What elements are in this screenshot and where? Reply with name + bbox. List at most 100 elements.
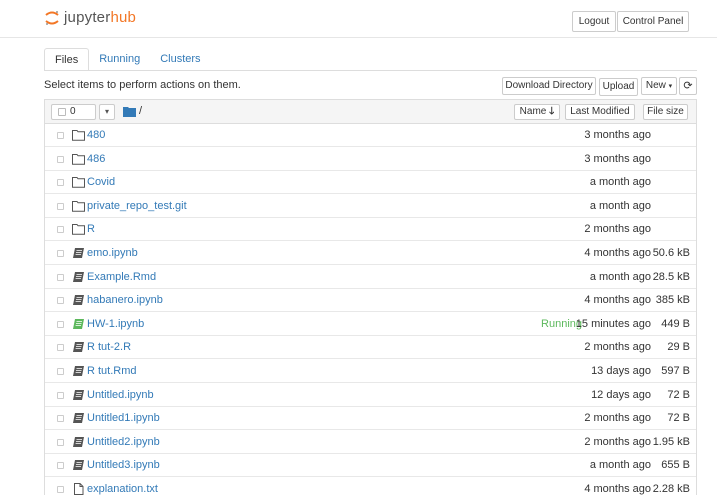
notebook-icon (72, 365, 85, 377)
file-name-link[interactable]: R tut-2.R (87, 341, 131, 353)
last-modified: 2 months ago (584, 435, 651, 448)
file-row[interactable]: R 2 months ago (45, 218, 696, 242)
new-label: New (645, 80, 666, 91)
last-modified: 4 months ago (584, 247, 651, 259)
select-all-control[interactable]: 0 (51, 104, 96, 120)
file-name-link[interactable]: Untitled3.ipynb (87, 459, 160, 471)
folder-icon (72, 200, 85, 212)
file-list: 0 ▾ / Name 🡓 Last Modified File size 480… (44, 99, 697, 495)
file-size: 385 kB (655, 294, 690, 307)
tab-running[interactable]: Running (89, 48, 150, 71)
file-row[interactable]: private_repo_test.git a month ago (45, 195, 696, 218)
upload-button[interactable]: Upload (599, 78, 638, 96)
jupyterhub-logo[interactable]: jupyterhub (44, 9, 136, 26)
file-size: 72 B (667, 412, 690, 425)
file-row[interactable]: Untitled3.ipynb a month ago 655 B (45, 454, 696, 478)
tabs-divider (44, 70, 697, 71)
row-checkbox[interactable] (57, 202, 64, 210)
file-row[interactable]: habanero.ipynb 4 months ago 385 kB (45, 289, 696, 313)
tab-files[interactable]: Files (44, 48, 90, 71)
row-checkbox[interactable] (57, 368, 64, 375)
row-checkbox[interactable] (57, 273, 64, 281)
row-checkbox[interactable] (57, 226, 64, 234)
last-modified: 3 months ago (584, 152, 651, 165)
file-name-link[interactable]: habanero.ipynb (87, 294, 163, 306)
file-name-link[interactable]: explanation.txt (87, 483, 158, 495)
file-row[interactable]: emo.ipynb 4 months ago 50.6 kB (45, 242, 696, 265)
file-name-link[interactable]: R (87, 223, 95, 235)
last-modified: a month ago (589, 199, 651, 212)
file-row[interactable]: 486 3 months ago (45, 148, 696, 171)
last-modified: 4 months ago (584, 294, 651, 307)
file-name-link[interactable]: Covid (87, 176, 115, 188)
file-name-link[interactable]: 486 (87, 153, 105, 165)
last-modified: 2 months ago (584, 223, 651, 236)
notebook-icon (72, 389, 85, 401)
notebook-icon (72, 247, 85, 259)
notebook-icon (72, 294, 85, 306)
selected-count: 0 (70, 106, 76, 117)
logout-button[interactable]: Logout (572, 11, 616, 32)
folder-icon[interactable] (123, 106, 136, 117)
row-checkbox[interactable] (57, 438, 64, 446)
select-menu-caret[interactable]: ▾ (99, 104, 115, 120)
row-checkbox[interactable] (57, 320, 64, 328)
file-size: 1.95 kB (652, 435, 690, 448)
sort-by-name-button[interactable]: Name 🡓 (514, 104, 560, 120)
file-name-link[interactable]: 480 (87, 129, 105, 141)
file-row[interactable]: Covid a month ago (45, 171, 696, 195)
file-row[interactable]: 480 3 months ago (45, 124, 696, 147)
caret-down-icon: ▾ (668, 83, 673, 90)
breadcrumb-path[interactable]: / (139, 105, 142, 117)
file-name-link[interactable]: Untitled1.ipynb (87, 412, 160, 424)
row-checkbox[interactable] (57, 486, 64, 493)
file-name-link[interactable]: Untitled2.ipynb (87, 436, 160, 448)
file-size: 2.28 kB (652, 483, 690, 495)
file-name-link[interactable]: emo.ipynb (87, 247, 138, 259)
download-directory-button[interactable]: Download Directory (502, 77, 596, 95)
last-modified: a month ago (589, 176, 651, 189)
folder-icon (72, 153, 85, 165)
file-row[interactable]: HW-1.ipynb Running 15 minutes ago 449 B (45, 313, 696, 336)
row-checkbox[interactable] (57, 462, 64, 470)
tab-clusters[interactable]: Clusters (150, 48, 210, 71)
file-size: 655 B (661, 459, 690, 472)
last-modified: 3 months ago (584, 129, 651, 141)
row-checkbox[interactable] (57, 155, 64, 163)
last-modified: 13 days ago (591, 365, 651, 377)
row-checkbox[interactable] (57, 344, 64, 352)
select-all-checkbox[interactable] (58, 108, 66, 116)
name-column-label: Name (519, 106, 547, 117)
folder-icon (72, 223, 85, 236)
control-panel-button[interactable]: Control Panel (617, 11, 689, 32)
file-row[interactable]: Untitled1.ipynb 2 months ago 72 B (45, 407, 696, 431)
row-checkbox[interactable] (57, 391, 64, 399)
file-row[interactable]: Example.Rmd a month ago 28.5 kB (45, 266, 696, 289)
notebook-icon (72, 436, 85, 448)
refresh-button[interactable]: ⟳ (679, 77, 697, 95)
file-name-link[interactable]: HW-1.ipynb (87, 318, 144, 330)
tab-bar: Files Running Clusters (44, 48, 211, 71)
last-modified: a month ago (589, 459, 651, 472)
file-name-link[interactable]: private_repo_test.git (87, 200, 187, 212)
file-row[interactable]: Untitled.ipynb 12 days ago 72 B (45, 384, 696, 407)
file-size: 29 B (667, 341, 690, 354)
file-name-link[interactable]: Untitled.ipynb (87, 389, 154, 401)
row-checkbox[interactable] (57, 297, 64, 305)
file-name-link[interactable]: Example.Rmd (87, 271, 156, 283)
row-checkbox[interactable] (57, 179, 64, 187)
row-checkbox[interactable] (57, 415, 64, 423)
logo-text: jupyterhub (64, 9, 137, 26)
row-checkbox[interactable] (57, 132, 64, 139)
new-dropdown-button[interactable]: New ▾ (641, 77, 677, 95)
sort-by-size-button[interactable]: File size (643, 104, 688, 120)
file-row[interactable]: R tut-2.R 2 months ago 29 B (45, 336, 696, 360)
last-modified: 15 minutes ago (575, 317, 651, 330)
sort-by-modified-button[interactable]: Last Modified (565, 104, 635, 120)
file-row[interactable]: explanation.txt 4 months ago 2.28 kB (45, 478, 696, 495)
file-name-link[interactable]: R tut.Rmd (87, 365, 137, 377)
file-row[interactable]: R tut.Rmd 13 days ago 597 B (45, 360, 696, 383)
file-row[interactable]: Untitled2.ipynb 2 months ago 1.95 kB (45, 431, 696, 454)
file-size: 28.5 kB (652, 270, 690, 283)
row-checkbox[interactable] (57, 250, 64, 257)
